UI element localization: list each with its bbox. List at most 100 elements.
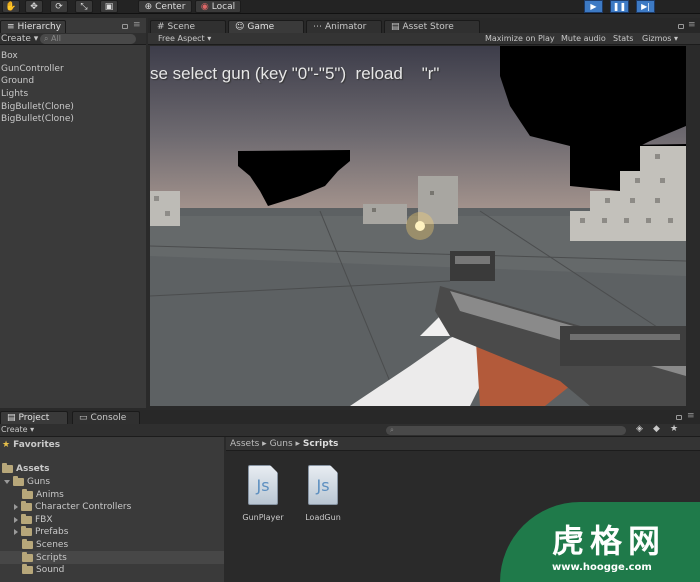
move-icon: ✥ <box>30 1 38 12</box>
search-icon: ⌕ <box>44 34 49 43</box>
tab-game[interactable]: ☺ Game <box>228 20 304 33</box>
stats-toggle[interactable]: Stats <box>613 34 633 43</box>
hierarchy-item[interactable]: BigBullet(Clone) <box>1 102 74 112</box>
maximize-on-play-toggle[interactable]: Maximize on Play <box>485 34 555 43</box>
rotate-icon: ⟳ <box>55 1 63 12</box>
pause-button[interactable]: ❚❚ <box>610 0 629 13</box>
move-tool-button[interactable]: ✥ <box>25 0 43 13</box>
js-file-icon: Js <box>256 475 270 495</box>
tree-item-anims[interactable]: Anims <box>22 489 64 500</box>
breadcrumb-assets[interactable]: Assets <box>230 439 259 449</box>
breadcrumb-separator-icon: ▸ <box>262 439 270 449</box>
aspect-dropdown[interactable]: Free Aspect ▾ <box>158 34 211 43</box>
lock-icon[interactable] <box>122 24 128 29</box>
scale-icon: ⤡ <box>80 1 88 12</box>
folder-icon <box>22 539 33 549</box>
tree-item-scripts[interactable]: Scripts <box>22 552 67 563</box>
tab-asset-store[interactable]: ▤ Asset Store <box>384 20 480 33</box>
script-file-gunplayer[interactable]: Js <box>248 465 278 505</box>
file-label: GunPlayer <box>242 513 284 522</box>
file-label: LoadGun <box>305 513 341 522</box>
store-icon: ▤ <box>391 22 400 32</box>
project-search-input[interactable]: ⌕ <box>386 426 626 435</box>
js-file-icon: Js <box>316 475 330 495</box>
game-viewport[interactable]: se select gun (key "0"-"5") reload "r" <box>150 46 686 406</box>
breadcrumb: Assets ▸ Guns ▸ Scripts <box>226 437 700 451</box>
scale-tool-button[interactable]: ⤡ <box>75 0 93 13</box>
project-folder-tree: ★ Favorites Assets Guns Anims Character C… <box>0 437 224 582</box>
breadcrumb-guns[interactable]: Guns <box>270 439 293 449</box>
star-filter-icon[interactable]: ★ <box>670 424 678 434</box>
tree-item-fbx[interactable]: FBX <box>14 514 53 525</box>
rotate-tool-button[interactable]: ⟳ <box>50 0 68 13</box>
hierarchy-search-input[interactable]: ⌕ All <box>40 34 136 44</box>
game-instruction-text: se select gun (key "0"-"5") reload "r" <box>150 64 440 83</box>
tree-item-prefabs[interactable]: Prefabs <box>14 526 68 537</box>
hand-tool-button[interactable]: ✋ <box>2 0 20 13</box>
project-toolbar: Create ▾ ⌕ ◈ ◆ ★ <box>0 424 700 437</box>
collapse-arrow-icon <box>14 529 18 535</box>
bottom-tab-bar: ▤ Project ▭ Console ≡ <box>0 410 700 424</box>
filter-type-icon[interactable]: ◈ <box>636 424 643 434</box>
console-icon: ▭ <box>79 413 88 423</box>
hierarchy-icon: ≡ <box>7 22 15 32</box>
breadcrumb-scripts[interactable]: Scripts <box>303 439 338 449</box>
tree-item-guns[interactable]: Guns <box>4 476 50 487</box>
folder-icon <box>21 526 32 536</box>
hand-icon: ✋ <box>5 1 17 12</box>
collapse-arrow-icon <box>14 504 18 510</box>
mute-audio-toggle[interactable]: Mute audio <box>561 34 606 43</box>
folder-icon <box>21 514 32 524</box>
tree-item-scenes[interactable]: Scenes <box>22 539 68 550</box>
script-file-loadgun[interactable]: Js <box>308 465 338 505</box>
hierarchy-create-button[interactable]: Create ▾ <box>1 34 38 44</box>
folder-icon <box>22 564 33 574</box>
tree-item-character-controllers[interactable]: Character Controllers <box>14 501 131 512</box>
step-button[interactable]: ▶| <box>636 0 655 13</box>
hierarchy-item[interactable]: GunController <box>1 64 64 74</box>
local-icon: ◉ <box>200 1 209 12</box>
pivot-center-button[interactable]: ⊕ Center <box>138 0 192 13</box>
expand-arrow-icon <box>4 480 10 484</box>
tab-console[interactable]: ▭ Console <box>72 411 140 424</box>
rect-tool-button[interactable]: ▣ <box>100 0 118 13</box>
hierarchy-search-bar: Create ▾ ⌕ All <box>0 33 146 45</box>
tab-project[interactable]: ▤ Project <box>0 411 68 424</box>
hierarchy-panel: ≡ Hierarchy ≡ Create ▾ ⌕ All Box GunContr… <box>0 18 146 408</box>
filter-label-icon[interactable]: ◆ <box>653 424 660 434</box>
watermark-title: 虎格网 <box>552 522 667 560</box>
play-icon: ▶ <box>590 2 597 11</box>
main-toolbar: ✋ ✥ ⟳ ⤡ ▣ ⊕ Center ◉ Local ▶ ❚❚ ▶| <box>0 0 700 14</box>
favorites-header[interactable]: ★ Favorites <box>2 440 60 450</box>
project-create-button[interactable]: Create ▾ <box>1 425 34 434</box>
step-icon: ▶| <box>641 2 650 11</box>
star-icon: ★ <box>2 440 11 450</box>
center-tab-bar: # Scene ☺ Game ⋯ Animator ▤ Asset Store ≡ <box>148 18 700 34</box>
folder-icon <box>2 463 13 473</box>
tree-item-sound[interactable]: Sound <box>22 564 64 575</box>
tab-scene[interactable]: # Scene <box>150 20 226 33</box>
assets-root[interactable]: Assets <box>2 463 49 474</box>
watermark-url: www.hoogge.com <box>552 562 652 573</box>
collapse-arrow-icon <box>14 517 18 523</box>
tab-animator[interactable]: ⋯ Animator <box>306 20 382 33</box>
gizmos-dropdown[interactable]: Gizmos ▾ <box>642 34 678 43</box>
lock-icon[interactable] <box>676 415 682 420</box>
play-button[interactable]: ▶ <box>584 0 603 13</box>
panel-menu-icon[interactable]: ≡ <box>133 20 141 30</box>
panel-menu-icon[interactable]: ≡ <box>687 411 695 421</box>
pause-icon: ❚❚ <box>612 2 627 11</box>
hierarchy-item[interactable]: Lights <box>1 89 28 99</box>
panel-menu-icon[interactable]: ≡ <box>688 20 696 30</box>
tab-hierarchy[interactable]: ≡ Hierarchy <box>0 20 66 33</box>
lock-icon[interactable] <box>678 24 684 29</box>
animator-icon: ⋯ <box>313 22 322 32</box>
pivot-local-button[interactable]: ◉ Local <box>195 0 241 13</box>
game-icon: ☺ <box>235 22 245 32</box>
grid-icon: # <box>157 22 165 32</box>
hierarchy-item[interactable]: Ground <box>1 76 34 86</box>
hierarchy-item[interactable]: Box <box>1 51 18 61</box>
folder-icon <box>22 489 33 499</box>
folder-icon <box>13 476 24 486</box>
hierarchy-item[interactable]: BigBullet(Clone) <box>1 114 74 124</box>
